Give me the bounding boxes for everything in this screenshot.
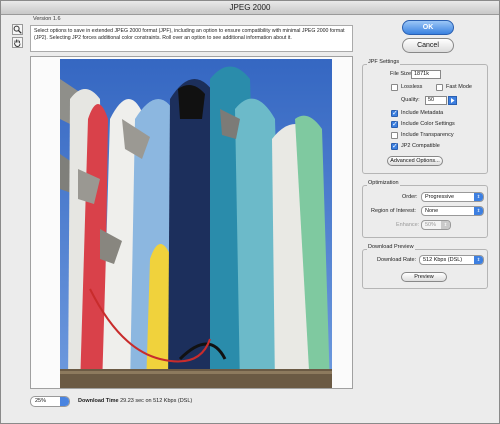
jp2-compatible-label: JP2 Compatible [401,143,440,149]
enhance-select[interactable]: 50% ⇕ [421,220,451,230]
download-preview-title: Download Preview [367,244,415,250]
chevron-updown-icon: ⇕ [474,256,483,264]
include-color-settings-checkbox[interactable] [391,120,398,128]
window-title: JPEG 2000 [1,1,499,15]
status-bar: 25% Download Time 29.23 sec on 512 Kbps … [30,395,192,407]
zoom-icon [13,25,22,34]
include-transparency-label: Include Transparency [401,132,454,138]
order-value: Progressive [425,194,455,200]
zoom-stepper-icon[interactable] [60,396,69,406]
surfboards-photo [60,59,332,388]
enhance-value: 50% [425,222,437,228]
quality-input[interactable]: 50 [425,96,447,105]
optimization-title: Optimization [367,180,400,186]
preview-button[interactable]: Preview [401,272,447,282]
zoom-value: 25% [35,397,47,404]
hand-tool[interactable] [12,37,23,48]
roi-label: Region of Interest: [371,208,416,214]
lossless-label: Lossless [401,84,423,90]
download-rate-value: 512 Kbps (DSL) [423,257,463,263]
chevron-updown-icon: ⇕ [474,207,483,215]
jpf-settings-title: JPF Settings [367,59,401,65]
fast-mode-label: Fast Mode [446,84,472,90]
lossless-checkbox[interactable] [391,84,398,91]
include-metadata-checkbox[interactable] [391,109,398,117]
cancel-button[interactable]: Cancel [402,38,454,53]
image-preview-area[interactable] [30,56,353,389]
order-select[interactable]: Progressive ⇕ [421,192,484,202]
include-metadata-label: Include Metadata [401,110,444,116]
file-size-input[interactable]: 1871k [411,70,441,79]
quality-slider-button[interactable] [448,96,457,105]
hand-icon [14,39,21,47]
jpeg2000-dialog: JPEG 2000 Version 1.6 Select options to … [0,0,500,424]
version-label: Version 1.6 [33,16,61,22]
include-transparency-checkbox[interactable] [391,132,398,139]
advanced-options-button[interactable]: Advanced Options... [387,156,443,166]
chevron-updown-icon: ⇕ [441,221,450,229]
download-time-value: 29.23 sec on 512 Kbps (DSL) [120,398,193,404]
file-size-label: File Size: [390,71,413,77]
triangle-right-icon [451,98,455,103]
ok-button[interactable]: OK [402,20,454,35]
chevron-updown-icon: ⇕ [474,193,483,201]
enhance-label: Enhance: [396,222,420,228]
jp2-compatible-checkbox[interactable] [391,142,398,150]
download-rate-label: Download Rate: [377,257,417,263]
download-rate-select[interactable]: 512 Kbps (DSL) ⇕ [419,255,484,265]
fast-mode-checkbox[interactable] [436,84,443,91]
download-time-label: Download Time [78,398,119,404]
zoom-select[interactable]: 25% [30,395,70,407]
description-text: Select options to save in extended JPEG … [30,25,353,52]
include-color-settings-label: Include Color Settings [401,121,455,127]
roi-value: None [425,208,439,214]
quality-label: Quality: [401,97,420,103]
order-label: Order: [402,194,418,200]
roi-select[interactable]: None ⇕ [421,206,484,216]
zoom-tool[interactable] [12,24,23,35]
download-time: Download Time 29.23 sec on 512 Kbps (DSL… [78,398,192,404]
